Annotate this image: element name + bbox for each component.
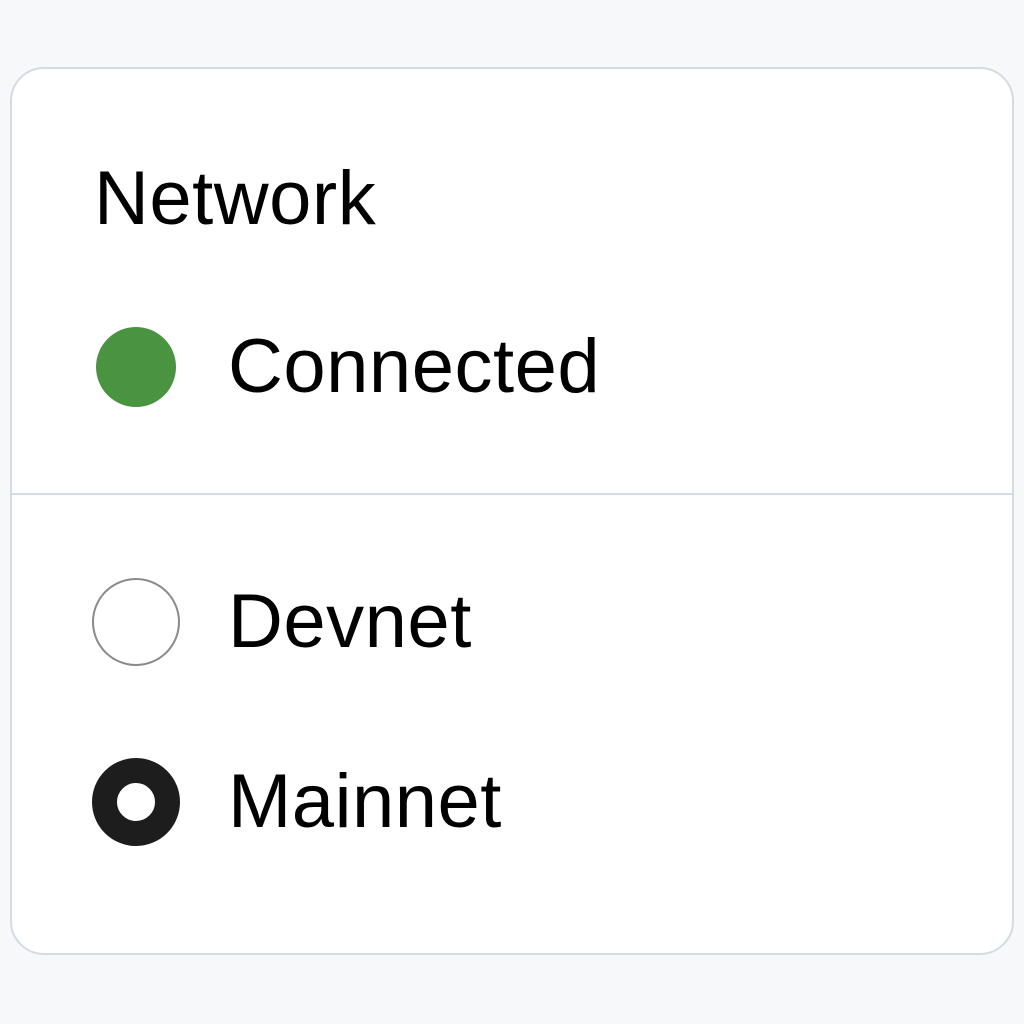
network-panel: Network Connected Devnet Mainnet (10, 67, 1014, 955)
network-option-mainnet[interactable]: Mainnet (92, 757, 502, 847)
connection-status: Connected (96, 324, 600, 409)
divider (12, 493, 1012, 495)
radio-mainnet[interactable] (92, 758, 180, 846)
option-label-devnet: Devnet (228, 579, 472, 664)
status-label: Connected (228, 324, 601, 409)
network-option-devnet[interactable]: Devnet (92, 577, 472, 667)
status-indicator-icon (96, 327, 176, 407)
panel-title: Network (94, 156, 377, 241)
radio-devnet[interactable] (92, 578, 180, 666)
option-label-mainnet: Mainnet (228, 759, 502, 844)
